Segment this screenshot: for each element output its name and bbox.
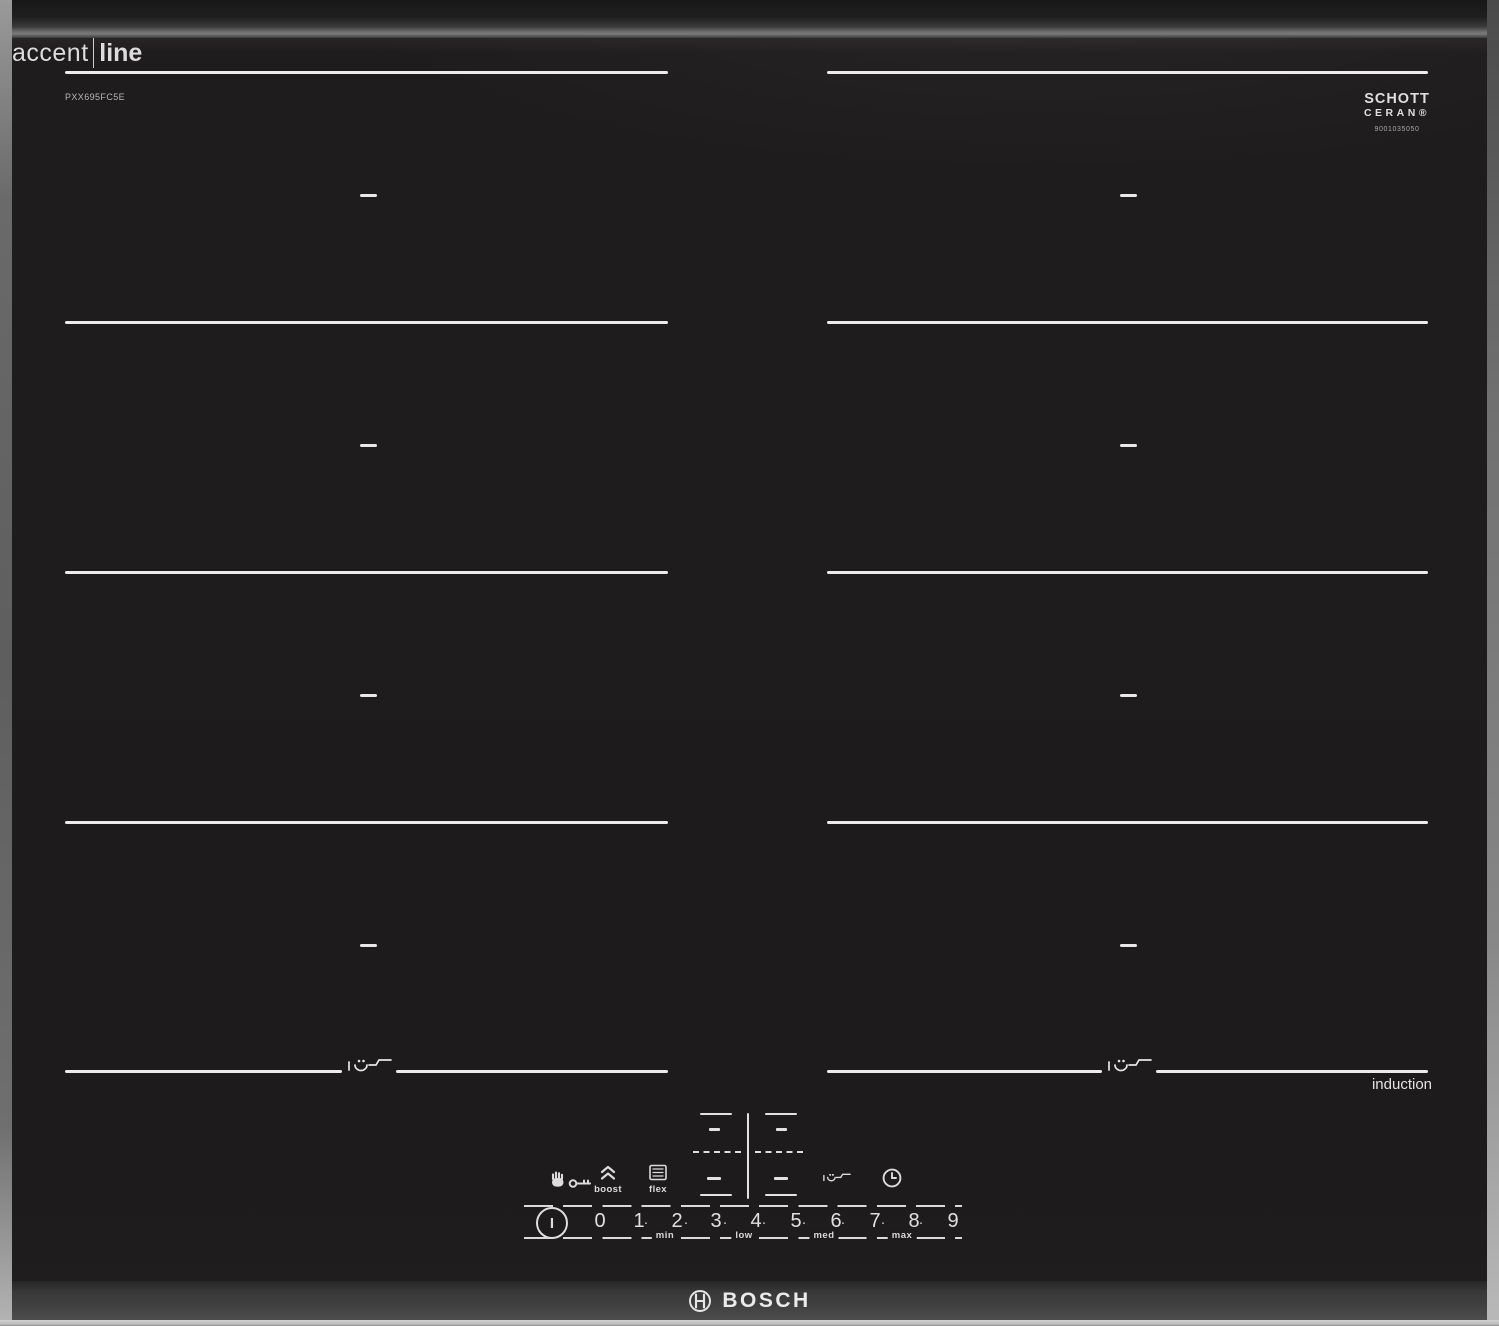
- zone-line-right-2: [827, 321, 1428, 324]
- zone-display-flex-divider: [693, 1151, 741, 1153]
- zone-line-left-4: [65, 821, 668, 824]
- pan-detection-icon: [346, 1056, 394, 1076]
- slider-separator-dot: ·: [682, 1214, 690, 1231]
- countertop-edge-bottom: [0, 1320, 1499, 1326]
- slider-level-9[interactable]: 9: [942, 1210, 964, 1233]
- zone-line-left-3: [65, 571, 668, 574]
- zone-display-frame: [700, 1194, 732, 1196]
- countertop-edge-right: [1487, 0, 1499, 1326]
- series-accent-label: accent: [12, 39, 89, 68]
- model-label: PXX695FC5E: [65, 92, 125, 102]
- slider-level-0[interactable]: 0: [589, 1210, 611, 1233]
- boost-label[interactable]: boost: [594, 1184, 622, 1195]
- zone-line-left-1: [65, 71, 668, 74]
- zone-display-segment: [774, 1177, 788, 1180]
- top-bezel: [12, 0, 1487, 38]
- timer-clock-icon[interactable]: [881, 1167, 903, 1189]
- slider-track-top[interactable]: [524, 1205, 962, 1207]
- slider-separator-dot: ·: [760, 1214, 768, 1231]
- zone-center-mark: [1120, 694, 1137, 697]
- countertop-edge-left: [0, 0, 12, 1326]
- zone-line-left-2: [65, 321, 668, 324]
- slider-separator-dot: ·: [839, 1214, 847, 1231]
- schott-ceran-logo: SCHOTT CERAN® 9001035050: [1352, 91, 1442, 133]
- zone-display-segment: [709, 1128, 720, 1131]
- zone-display-frame: [765, 1194, 797, 1196]
- flex-zone-icon[interactable]: [648, 1164, 668, 1181]
- zone-line-right-3: [827, 571, 1428, 574]
- zone-line-left-5a: [65, 1070, 342, 1073]
- zone-display-flex-divider: [755, 1151, 803, 1153]
- slider-separator-dot: ·: [917, 1214, 925, 1231]
- slider-separator-dot: ·: [800, 1214, 808, 1231]
- zone-line-right-4: [827, 821, 1428, 824]
- ceran-glass-surface: PXX695FC5E SCHOTT CERAN® 9001035050 indu…: [12, 38, 1487, 1281]
- zone-display-segment: [776, 1128, 787, 1131]
- schott-logo-line2: CERAN®: [1352, 107, 1442, 119]
- power-button[interactable]: I: [536, 1207, 568, 1239]
- zone-line-right-1: [827, 71, 1428, 74]
- slider-range-label-med: med: [809, 1230, 838, 1241]
- zone-center-mark: [360, 694, 377, 697]
- bosch-emblem-icon: [688, 1289, 712, 1313]
- move-pan-icon: [822, 1171, 852, 1185]
- accentline-badge: accent line: [12, 38, 1487, 68]
- bottom-bezel: BOSCH: [12, 1281, 1487, 1320]
- serial-number: 9001035050: [1352, 126, 1442, 133]
- induction-label: induction: [1372, 1076, 1432, 1093]
- slider-separator-dot: ·: [879, 1214, 887, 1231]
- zone-display-frame: [700, 1113, 732, 1115]
- flex-label[interactable]: flex: [649, 1184, 667, 1195]
- slider-separator-dot: ·: [721, 1214, 729, 1231]
- bosch-wordmark: BOSCH: [722, 1289, 810, 1313]
- zone-center-mark: [360, 444, 377, 447]
- zone-center-mark: [1120, 944, 1137, 947]
- series-line-label: line: [99, 39, 142, 68]
- zone-display-segment: [707, 1177, 721, 1180]
- boost-icon[interactable]: [598, 1164, 618, 1181]
- schott-logo-line1: SCHOTT: [1352, 91, 1442, 107]
- zone-center-mark: [1120, 444, 1137, 447]
- slider-separator-dot: ·: [642, 1214, 650, 1231]
- zone-center-mark: [1120, 194, 1137, 197]
- series-divider: [93, 38, 95, 68]
- zone-center-mark: [360, 194, 377, 197]
- slider-range-label-low: low: [731, 1230, 756, 1241]
- zone-line-right-5a: [827, 1070, 1102, 1073]
- zone-display-frame: [765, 1113, 797, 1115]
- zone-line-left-5b: [396, 1070, 668, 1073]
- zone-line-right-5b: [1156, 1070, 1428, 1073]
- slider-range-label-min: min: [652, 1230, 678, 1241]
- pan-detection-icon: [1106, 1056, 1154, 1076]
- child-lock-key-icon[interactable]: [568, 1177, 593, 1190]
- wipe-protection-hand-icon[interactable]: [548, 1169, 569, 1190]
- slider-range-label-max: max: [888, 1230, 917, 1241]
- product-photo: PXX695FC5E SCHOTT CERAN® 9001035050 indu…: [0, 0, 1499, 1326]
- zone-display-divider: [747, 1113, 749, 1199]
- zone-center-mark: [360, 944, 377, 947]
